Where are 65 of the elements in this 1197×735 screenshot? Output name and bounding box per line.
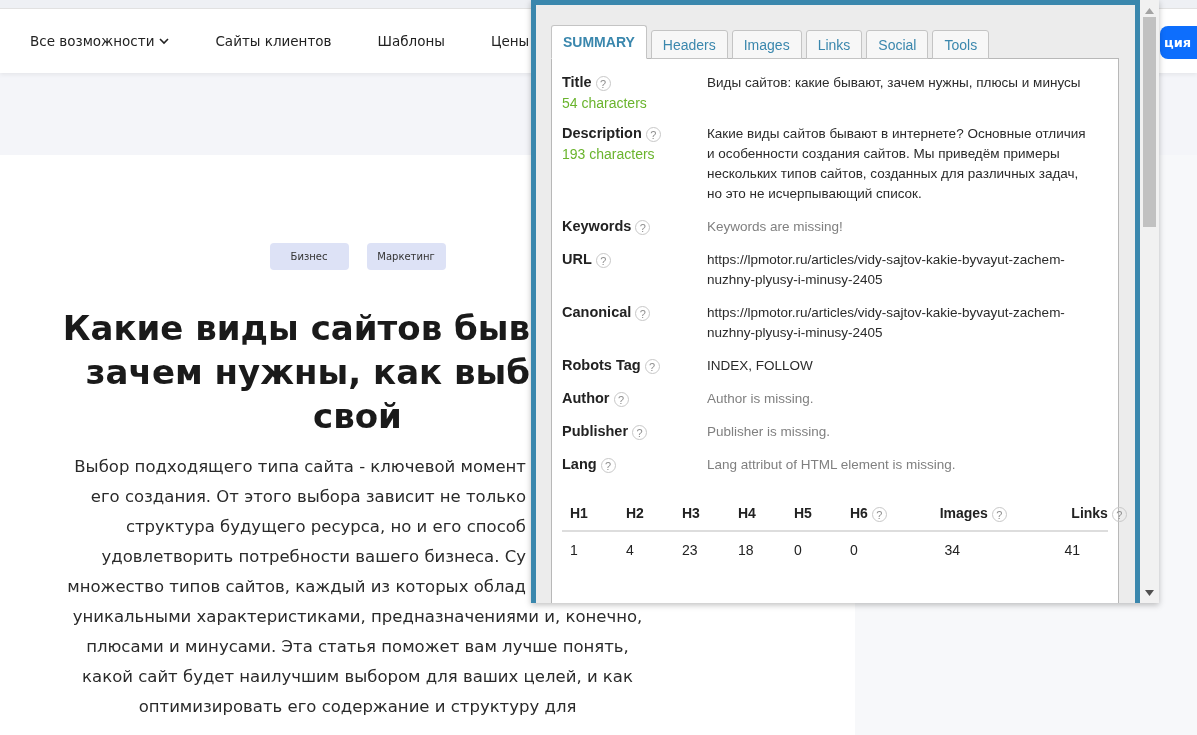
field-value: https://lpmotor.ru/articles/vidy-sajtov-kakie-byvayut-zachem-nuzhny-plyusy-i-minusy-2405 [707, 251, 1066, 289]
tab[interactable]: Images [731, 30, 802, 59]
field-value: Author is missing. [707, 390, 815, 408]
article-text-line: структура будущего ресурса, но и его способ [125, 516, 526, 538]
table-cell-text: 34 [943, 542, 961, 558]
field-value: INDEX, FOLLOW [707, 357, 814, 375]
field-label: Canonical [562, 304, 632, 320]
table-cell-text: 41 [1063, 542, 1081, 558]
column-header: H1 [570, 505, 588, 521]
column-header: H4 [738, 505, 756, 521]
field-value: Publisher is missing. [707, 423, 832, 441]
column-header: H3 [682, 505, 700, 521]
article-text-line: множество типов сайтов, каждый из которых облад [67, 576, 526, 598]
field-value: Keywords are missing! [707, 218, 844, 236]
article-text-line: его создания. От этого выбора зависит не только [90, 486, 526, 508]
header-button[interactable]: ция [1160, 26, 1197, 59]
nav-link[interactable]: Шаблоны [377, 33, 445, 49]
article-text-line: оптимизировать его содержание и структуру для [138, 696, 577, 718]
field-label: Publisher [562, 423, 629, 439]
column-header: H2 [626, 505, 644, 521]
field-label: Title [562, 74, 592, 90]
chevron-down-icon [159, 37, 170, 45]
table-cell-text: 4 [626, 542, 635, 558]
column-header: H5 [794, 505, 812, 521]
nav-link[interactable]: Цены [490, 33, 530, 49]
field-label: Lang [562, 456, 597, 472]
tab[interactable]: Headers [650, 30, 728, 59]
tab[interactable]: Tools [932, 30, 990, 59]
category-tag[interactable]: Бизнес [269, 243, 349, 270]
table-cell-text: 23 [682, 542, 699, 558]
table-cell-text: 0 [794, 542, 803, 558]
tab[interactable]: Links [805, 30, 863, 59]
scroll-down-icon[interactable] [1145, 590, 1154, 596]
article-text-line: Выбор подходящего типа сайта - ключевой момент [74, 456, 526, 478]
article-text-line: плюсами и минусами. Эта статья поможет вам лучше понять, [86, 636, 629, 658]
article-text-line: уникальными характеристиками, предназначениями и, конечно, [72, 606, 643, 628]
article-text-line: удовлетворить потребности вашего бизнеса. Су [101, 546, 526, 568]
category-tag[interactable]: Маркетинг [366, 243, 446, 270]
table-cell-text: 0 [850, 542, 859, 558]
nav-link[interactable]: Сайты клиентов [215, 33, 332, 49]
character-count: 193 characters [562, 146, 656, 162]
scrollbar[interactable] [1140, 0, 1159, 603]
field-value: Виды сайтов: какие бывают, зачем нужны, плюсы и минусы [707, 74, 1082, 92]
column-header: Links [1071, 505, 1108, 521]
article-title-line: свой [313, 395, 402, 438]
table-cell-text: 18 [738, 542, 755, 558]
field-label: Author [562, 390, 610, 406]
article-text-line: какой сайт будет наилучшим выбором для ваших целей, и как [82, 666, 633, 688]
article-title-line: Какие виды сайтов быв [62, 307, 530, 350]
field-value: Какие виды сайтов бывают в интернете? Основные отличия и особенности создания сайтов. Мы приведём примеры нескольких типов сайтов, созданных для различных задач, но это не исчерпывающий список. [707, 125, 1087, 203]
field-label: Description [562, 125, 642, 141]
column-header: H6 [850, 505, 868, 521]
field-label: Keywords [562, 218, 632, 234]
field-label: Robots Tag [562, 357, 641, 373]
column-header: Images [939, 505, 988, 521]
scroll-thumb[interactable] [1143, 17, 1156, 227]
field-value: Lang attribut of HTML element is missing. [707, 456, 957, 474]
tab[interactable]: SUMMARY [551, 25, 647, 59]
field-value: https://lpmotor.ru/articles/vidy-sajtov-kakie-byvayut-zachem-nuzhny-plyusy-i-minusy-2405 [707, 304, 1066, 342]
character-count: 54 characters [562, 95, 648, 111]
table-cell-text: 1 [570, 542, 579, 558]
nav-link[interactable]: Все возможности [30, 33, 170, 49]
article-title-line: зачем нужны, как выб [85, 351, 530, 394]
field-label: URL [562, 251, 592, 267]
tab[interactable]: Social [866, 30, 929, 59]
